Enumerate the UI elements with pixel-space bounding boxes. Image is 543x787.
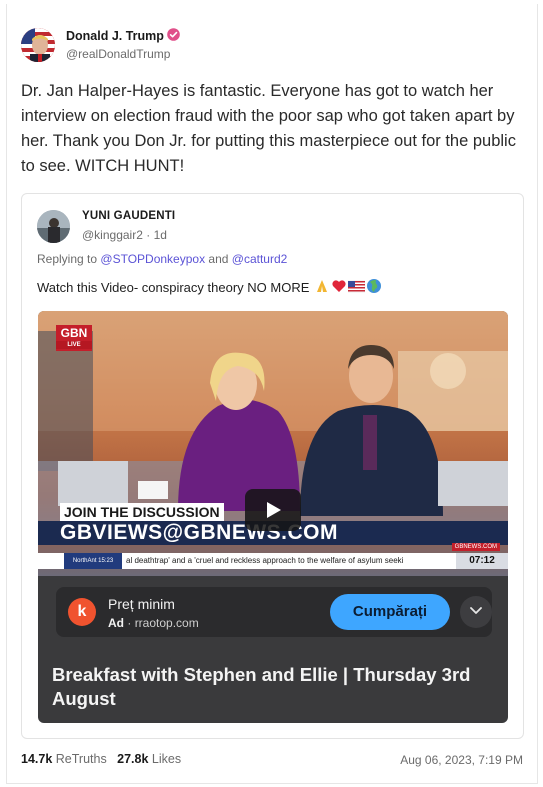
quoted-post-text-body: Watch this Video- conspiracy theory NO M… (37, 280, 310, 295)
meta-separator: · (146, 228, 151, 242)
author-handle[interactable]: @realDonaldTrump (66, 47, 170, 61)
quoted-author-meta: @kinggair2 · 1d (82, 228, 167, 242)
play-icon (267, 502, 281, 518)
ad-buy-button[interactable]: Cumpărați (330, 594, 450, 630)
replying-to-and: and (208, 252, 229, 266)
ad-separator: · (127, 616, 132, 630)
quoted-author-handle[interactable]: @kinggair2 (82, 228, 143, 242)
quoted-post-age: 1d (153, 228, 167, 242)
retruths-label[interactable]: ReTruths (56, 752, 107, 766)
banner-title: JOIN THE DISCUSSION (60, 503, 224, 521)
video-ad-bar[interactable]: k Preț minim Ad · rraotop.com Cumpărați (56, 587, 492, 637)
replying-to: Replying to @STOPDonkeypox and @catturd2 (37, 252, 287, 266)
ticker-time: 07:12 (456, 553, 508, 569)
likes-count[interactable]: 27.8k (117, 752, 148, 766)
author-name[interactable]: Donald J. Trump (66, 29, 164, 43)
replying-to-label: Replying to (37, 252, 98, 266)
quoted-author-name[interactable]: YUNI GAUDENTI (82, 210, 175, 222)
play-button[interactable] (245, 489, 301, 531)
likes-label[interactable]: Likes (152, 752, 181, 766)
praying-hands-icon (314, 278, 330, 297)
globe-icon (366, 278, 382, 297)
gbn-logo-text: GBN (60, 326, 88, 340)
video-title[interactable]: Breakfast with Stephen and Ellie | Thurs… (52, 663, 502, 711)
ticker-text: al deathtrap' and a 'cruel and reckless … (126, 556, 404, 565)
chevron-down-icon (470, 607, 482, 614)
post-text: Dr. Jan Halper-Hayes is fantastic. Every… (21, 82, 516, 175)
quoted-author-avatar[interactable] (37, 210, 70, 243)
post-stats: 14.7k ReTruths 27.8k Likes (21, 752, 181, 766)
mention-link[interactable]: @STOPDonkeypox (100, 252, 205, 266)
mention-link[interactable]: @catturd2 (232, 252, 288, 266)
red-heart-icon (331, 278, 347, 297)
gbn-live-label: LIVE (56, 341, 92, 349)
advertiser-logo[interactable]: k (68, 598, 96, 626)
ad-domain[interactable]: rraotop.com (135, 616, 199, 630)
us-flag-icon (347, 278, 366, 297)
verified-badge-icon (167, 28, 180, 41)
gbn-channel-logo: GBN LIVE (56, 325, 92, 351)
ad-title[interactable]: Preț minim (108, 596, 175, 612)
quoted-post-text: Watch this Video- conspiracy theory NO M… (37, 278, 382, 297)
ticker-label: NorthAnt 15:23 (64, 553, 122, 569)
ad-subtitle: Ad · rraotop.com (108, 616, 199, 630)
video-thumbnail[interactable]: GBN LIVE JOIN THE DISCUSSION GBVIEWS@GBN… (38, 311, 508, 576)
video-player[interactable]: GBN LIVE JOIN THE DISCUSSION GBVIEWS@GBN… (38, 311, 508, 723)
news-ticker: NorthAnt 15:23 al deathtrap' and a 'cruel… (38, 553, 508, 569)
post-timestamp[interactable]: Aug 06, 2023, 7:19 PM (400, 753, 523, 767)
banner-tag: GBNEWS.COM (451, 543, 500, 551)
ad-label: Ad (108, 616, 124, 630)
quoted-post[interactable]: YUNI GAUDENTI @kinggair2 · 1d Replying t… (21, 193, 524, 739)
author-avatar[interactable] (21, 28, 55, 62)
ad-expand-button[interactable] (460, 596, 492, 628)
retruths-count[interactable]: 14.7k (21, 752, 52, 766)
